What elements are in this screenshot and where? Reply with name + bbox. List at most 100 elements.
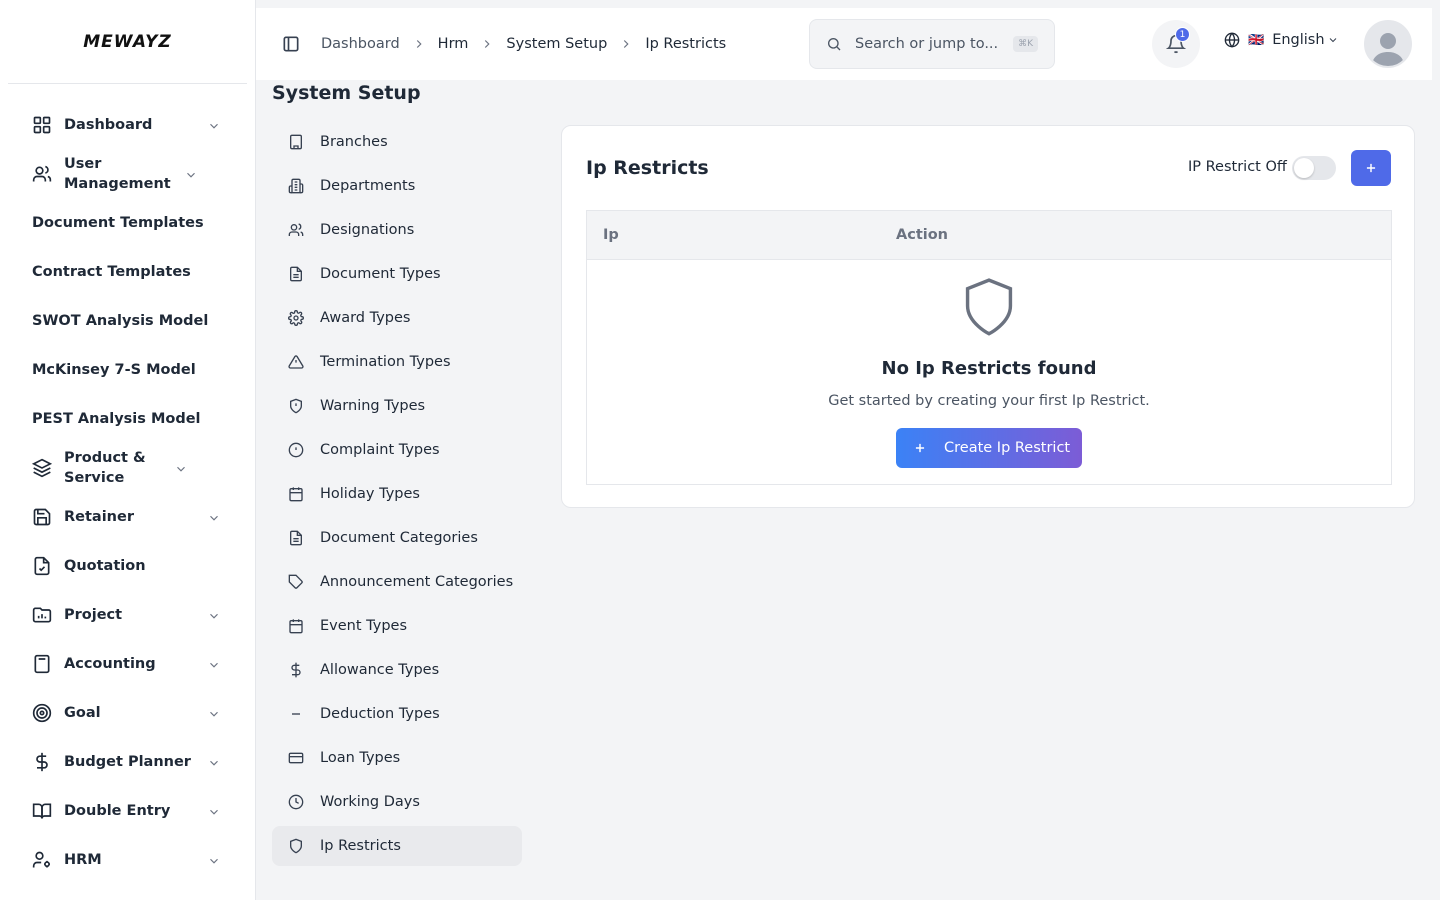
- chevron-right-icon: [412, 37, 426, 51]
- breadcrumb-system-setup[interactable]: System Setup: [506, 36, 607, 52]
- sidebar-item-retainer[interactable]: Retainer: [0, 492, 255, 541]
- user-cog-icon: [32, 850, 52, 870]
- search-shortcut: ⌘K: [1013, 36, 1038, 52]
- calendar-icon: [288, 486, 304, 502]
- setup-item-label: Termination Types: [320, 354, 451, 370]
- setup-item-designations[interactable]: Designations: [272, 210, 522, 250]
- notification-badge: 1: [1175, 27, 1190, 42]
- setup-item-label: Announcement Categories: [320, 574, 514, 590]
- breadcrumb-dashboard[interactable]: Dashboard: [321, 36, 400, 52]
- notifications-button[interactable]: 1: [1152, 20, 1200, 68]
- setup-item-ip-restricts[interactable]: Ip Restricts: [272, 826, 522, 866]
- sidebar-item-double-entry[interactable]: Double Entry: [0, 786, 255, 835]
- target-icon: [32, 703, 52, 723]
- setup-item-label: Document Categories: [320, 530, 478, 546]
- sidebar-item-label: User Management: [64, 155, 171, 192]
- empty-state-subtitle: Get started by creating your first Ip Re…: [828, 393, 1150, 409]
- setup-item-label: Deduction Types: [320, 706, 440, 722]
- sidebar-item-project[interactable]: Project: [0, 590, 255, 639]
- app-logo[interactable]: MEWAYZ: [8, 0, 247, 84]
- setup-item-label: Holiday Types: [320, 486, 420, 502]
- users-icon: [288, 222, 304, 238]
- building-2-icon: [288, 178, 304, 194]
- chevron-down-icon: [207, 510, 221, 524]
- sidebar-item-goal[interactable]: Goal: [0, 688, 255, 737]
- clock-icon: [288, 794, 304, 810]
- file-check-icon: [32, 556, 52, 576]
- dashboard-grid-icon: [32, 115, 52, 135]
- setup-item-allowance-types[interactable]: Allowance Types: [272, 650, 522, 690]
- sidebar-item-label: Product & Service: [64, 449, 146, 486]
- sidebar-item-swot-analysis[interactable]: SWOT Analysis Model: [0, 296, 255, 345]
- ip-restricts-card: Ip Restricts IP Restrict Off Ip Action N…: [561, 125, 1415, 508]
- sidebar-item-dashboard[interactable]: Dashboard: [0, 100, 255, 149]
- setup-item-document-types[interactable]: Document Types: [272, 254, 522, 294]
- chevron-right-icon: [619, 37, 633, 51]
- setup-item-termination-types[interactable]: Termination Types: [272, 342, 522, 382]
- ip-restrict-toggle[interactable]: [1292, 156, 1336, 180]
- setup-item-loan-types[interactable]: Loan Types: [272, 738, 522, 778]
- setup-item-complaint-types[interactable]: Complaint Types: [272, 430, 522, 470]
- globe-icon: [1224, 32, 1240, 48]
- user-avatar-icon: [1372, 33, 1404, 66]
- setup-item-label: Warning Types: [320, 398, 426, 414]
- empty-state-title: No Ip Restricts found: [881, 358, 1097, 379]
- sidebar-item-label: Goal: [64, 704, 101, 721]
- sidebar-item-contract-templates[interactable]: Contract Templates: [0, 247, 255, 296]
- shield-icon: [288, 838, 304, 854]
- chevron-down-icon: [207, 118, 221, 132]
- setup-item-label: Working Days: [320, 794, 420, 810]
- dollar-icon: [288, 662, 304, 678]
- avatar[interactable]: [1364, 20, 1412, 68]
- file-text-icon: [288, 530, 304, 546]
- setup-item-holiday-types[interactable]: Holiday Types: [272, 474, 522, 514]
- setup-item-document-categories[interactable]: Document Categories: [272, 518, 522, 558]
- breadcrumb-current: Ip Restricts: [645, 36, 727, 52]
- column-header-ip[interactable]: Ip: [603, 227, 619, 243]
- breadcrumb: Dashboard Hrm System Setup Ip Restricts: [321, 36, 726, 52]
- calculator-icon: [32, 654, 52, 674]
- setup-item-award-types[interactable]: Award Types: [272, 298, 522, 338]
- setup-item-announcement-categories[interactable]: Announcement Categories: [272, 562, 522, 602]
- sidebar-toggle-icon[interactable]: [281, 34, 301, 54]
- sidebar-item-budget-planner[interactable]: Budget Planner: [0, 737, 255, 786]
- sidebar-item-mckinsey-7s[interactable]: McKinsey 7-S Model: [0, 345, 255, 394]
- chevron-down-icon: [207, 608, 221, 622]
- setup-item-label: Event Types: [320, 618, 408, 634]
- sidebar-item-user-management[interactable]: User Management: [0, 149, 255, 198]
- sidebar-item-product-service[interactable]: Product & Service: [0, 443, 255, 492]
- sidebar-item-document-templates[interactable]: Document Templates: [0, 198, 255, 247]
- setup-item-working-days[interactable]: Working Days: [272, 782, 522, 822]
- table-header: Ip Action: [587, 211, 1391, 260]
- setup-item-deduction-types[interactable]: Deduction Types: [272, 694, 522, 734]
- sidebar-item-hrm[interactable]: HRM: [0, 835, 255, 884]
- create-button-label: Create Ip Restrict: [944, 440, 1071, 456]
- tag-icon: [288, 574, 304, 590]
- sidebar-item-label: Quotation: [64, 557, 146, 574]
- ip-restrict-status-label: IP Restrict Off: [1188, 159, 1287, 175]
- sidebar-item-label: Double Entry: [64, 802, 171, 819]
- sidebar-item-accounting[interactable]: Accounting: [0, 639, 255, 688]
- column-header-action: Action: [896, 227, 949, 243]
- setup-item-label: Document Types: [320, 266, 441, 282]
- plus-icon: [915, 443, 925, 453]
- breadcrumb-hrm[interactable]: Hrm: [438, 36, 469, 52]
- setup-item-event-types[interactable]: Event Types: [272, 606, 522, 646]
- setup-item-branches[interactable]: Branches: [272, 122, 522, 162]
- sidebar-nav: Dashboard User Management Document Templ…: [0, 84, 255, 884]
- shield-icon: [965, 278, 1013, 336]
- save-icon: [32, 507, 52, 527]
- calendar-icon: [288, 618, 304, 634]
- sidebar-item-pest-analysis[interactable]: PEST Analysis Model: [0, 394, 255, 443]
- create-ip-restrict-button[interactable]: Create Ip Restrict: [896, 428, 1082, 468]
- setup-item-warning-types[interactable]: Warning Types: [272, 386, 522, 426]
- language-label: English: [1272, 32, 1325, 48]
- language-selector[interactable]: 🇬🇧 English: [1224, 32, 1339, 48]
- search-input[interactable]: Search or jump to... ⌘K: [809, 19, 1055, 69]
- setup-item-departments[interactable]: Departments: [272, 166, 522, 206]
- add-ip-restrict-button[interactable]: [1351, 150, 1391, 186]
- sidebar-item-quotation[interactable]: Quotation: [0, 541, 255, 590]
- chevron-down-icon: [207, 853, 221, 867]
- chevron-right-icon: [480, 37, 494, 51]
- dollar-icon: [32, 752, 52, 772]
